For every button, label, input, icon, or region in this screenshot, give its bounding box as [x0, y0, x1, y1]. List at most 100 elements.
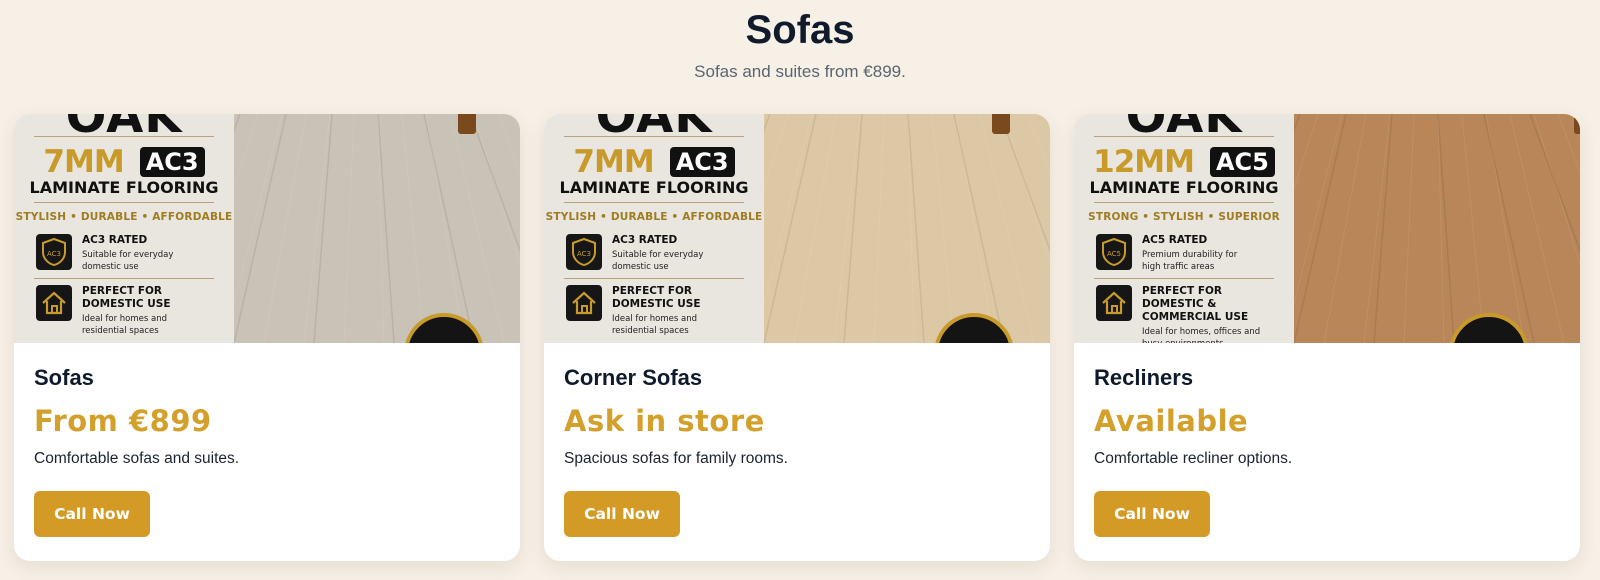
feature-desc-line: Suitable for everyday — [612, 250, 704, 260]
house-icon — [42, 291, 66, 315]
call-now-button[interactable]: Call Now — [1094, 491, 1210, 537]
floor-photo — [234, 114, 520, 343]
feature-desc-line: residential spaces — [82, 326, 159, 336]
divider — [34, 278, 214, 279]
feature-desc: Suitable for everyday domestic use — [612, 249, 703, 273]
feature-use: PERFECT FOR DOMESTIC & COMMERCIAL USE Ide… — [1096, 285, 1284, 343]
svg-text:AC3: AC3 — [47, 250, 61, 258]
promo-panel: OAK 7MM AC3 LAMINATE FLOORING STYLISH • … — [544, 114, 764, 343]
feature-desc: Ideal for homes and residential spaces — [612, 313, 701, 337]
shield-icon: AC3 — [42, 237, 66, 267]
feature-title: AC5 RATED — [1142, 234, 1208, 246]
feature-title: AC3 RATED — [82, 234, 148, 246]
floor-photo — [1294, 114, 1580, 343]
thickness-label: 7MM — [573, 144, 654, 180]
feature-desc-line: Ideal for homes and — [82, 314, 168, 324]
spec-row: 7MM AC3 — [14, 144, 234, 180]
feature-desc-line: busy environments — [1142, 339, 1224, 343]
feature-desc: Ideal for homes, offices and busy enviro… — [1142, 326, 1284, 343]
feature-title-line: PERFECT FOR — [82, 285, 163, 297]
shield-icon-box: AC5 — [1096, 234, 1132, 270]
feature-title-line: DOMESTIC USE — [82, 298, 171, 310]
call-now-button[interactable]: Call Now — [34, 491, 150, 537]
page-subtitle: Sofas and suites from €899. — [694, 62, 906, 81]
shield-icon-box: AC3 — [36, 234, 72, 270]
card-description: Spacious sofas for family rooms. — [564, 450, 788, 467]
product-image: OAK 7MM AC3 LAMINATE FLOORING STYLISH • … — [14, 114, 520, 343]
chair-leg — [992, 114, 1010, 134]
feature-desc-line: domestic use — [82, 262, 139, 272]
spec-row: 12MM AC5 — [1074, 144, 1294, 180]
promo-panel: OAK 7MM AC3 LAMINATE FLOORING STYLISH • … — [14, 114, 234, 343]
brand-logo-text: OAK — [65, 114, 183, 144]
brand-logo-text: OAK — [1125, 114, 1243, 144]
feature-rating: AC3 AC3 RATED Suitable for everyday dome… — [36, 234, 224, 273]
feature-desc: Ideal for homes and residential spaces — [82, 313, 171, 337]
thickness-label: 12MM — [1093, 144, 1195, 180]
house-icon-box — [1096, 285, 1132, 321]
divider — [34, 136, 214, 137]
floor-photo — [764, 114, 1050, 343]
feature-title: AC3 RATED — [612, 234, 678, 246]
divider — [1094, 202, 1274, 203]
feature-title: PERFECT FOR DOMESTIC USE — [82, 285, 171, 311]
feature-title-line: PERFECT FOR — [612, 285, 693, 297]
feature-title-line: DOMESTIC USE — [612, 298, 701, 310]
card-title: Corner Sofas — [564, 365, 703, 390]
promo-panel: OAK 12MM AC5 LAMINATE FLOORING STRONG • … — [1074, 114, 1294, 343]
svg-text:AC5: AC5 — [1107, 250, 1121, 258]
tagline: STYLISH • DURABLE • AFFORDABLE — [545, 211, 763, 223]
feature-rating: AC5 AC5 RATED Premium durability for hig… — [1096, 234, 1284, 273]
plank-lines — [764, 114, 1050, 343]
shield-icon-box: AC3 — [566, 234, 602, 270]
card-description: Comfortable recliner options. — [1094, 450, 1293, 467]
house-icon — [1102, 291, 1126, 315]
card-description: Comfortable sofas and suites. — [34, 450, 240, 467]
product-card: OAK 7MM AC3 LAMINATE FLOORING STYLISH • … — [544, 114, 1050, 561]
feature-desc-line: domestic use — [612, 262, 669, 272]
product-card: OAK 7MM AC3 LAMINATE FLOORING STYLISH • … — [14, 114, 520, 561]
divider — [564, 136, 744, 137]
divider — [564, 202, 744, 203]
product-image: OAK 7MM AC3 LAMINATE FLOORING STYLISH • … — [544, 114, 1050, 343]
feature-use: PERFECT FOR DOMESTIC USE Ideal for homes … — [566, 285, 754, 337]
feature-desc-line: Ideal for homes and — [612, 314, 698, 324]
feature-desc-line: high traffic areas — [1142, 262, 1215, 272]
house-icon-box — [36, 285, 72, 321]
feature-desc: Premium durability for high traffic area… — [1142, 249, 1237, 273]
card-price: From €899 — [34, 404, 212, 438]
feature-desc-line: Suitable for everyday — [82, 250, 174, 260]
divider — [564, 278, 744, 279]
divider — [1094, 136, 1274, 137]
feature-rating: AC3 AC3 RATED Suitable for everyday dome… — [566, 234, 754, 273]
card-price: Available — [1094, 404, 1249, 438]
card-title: Recliners — [1094, 365, 1194, 390]
card-title: Sofas — [34, 365, 94, 390]
feature-desc-line: Ideal for homes, offices and — [1142, 327, 1261, 337]
product-type-label: LAMINATE FLOORING — [1089, 178, 1279, 197]
spec-row: 7MM AC3 — [544, 144, 764, 180]
feature-title-line: DOMESTIC & COMMERCIAL USE — [1142, 298, 1249, 323]
tagline: STRONG • STYLISH • SUPERIOR — [1088, 211, 1280, 223]
product-type-label: LAMINATE FLOORING — [29, 178, 219, 197]
brand-logo-text: OAK — [595, 114, 713, 144]
call-now-button[interactable]: Call Now — [564, 491, 680, 537]
rating-chip: AC5 — [1209, 147, 1275, 177]
feature-title: PERFECT FOR DOMESTIC USE — [612, 285, 701, 311]
house-icon-box — [566, 285, 602, 321]
chair-leg — [458, 114, 476, 134]
house-icon — [572, 291, 596, 315]
rating-chip: AC3 — [139, 147, 205, 177]
divider — [1094, 278, 1274, 279]
svg-text:AC3: AC3 — [577, 250, 591, 258]
feature-desc-line: Premium durability for — [1142, 250, 1238, 260]
feature-use: PERFECT FOR DOMESTIC USE Ideal for homes … — [36, 285, 224, 337]
feature-desc: Suitable for everyday domestic use — [82, 249, 173, 273]
rating-chip: AC3 — [669, 147, 735, 177]
divider — [34, 202, 214, 203]
page-title: Sofas — [745, 8, 855, 52]
product-card: OAK 12MM AC5 LAMINATE FLOORING STRONG • … — [1074, 114, 1580, 561]
product-type-label: LAMINATE FLOORING — [559, 178, 749, 197]
shield-icon: AC5 — [1102, 237, 1126, 267]
product-card-list: OAK 7MM AC3 LAMINATE FLOORING STYLISH • … — [14, 114, 1580, 561]
